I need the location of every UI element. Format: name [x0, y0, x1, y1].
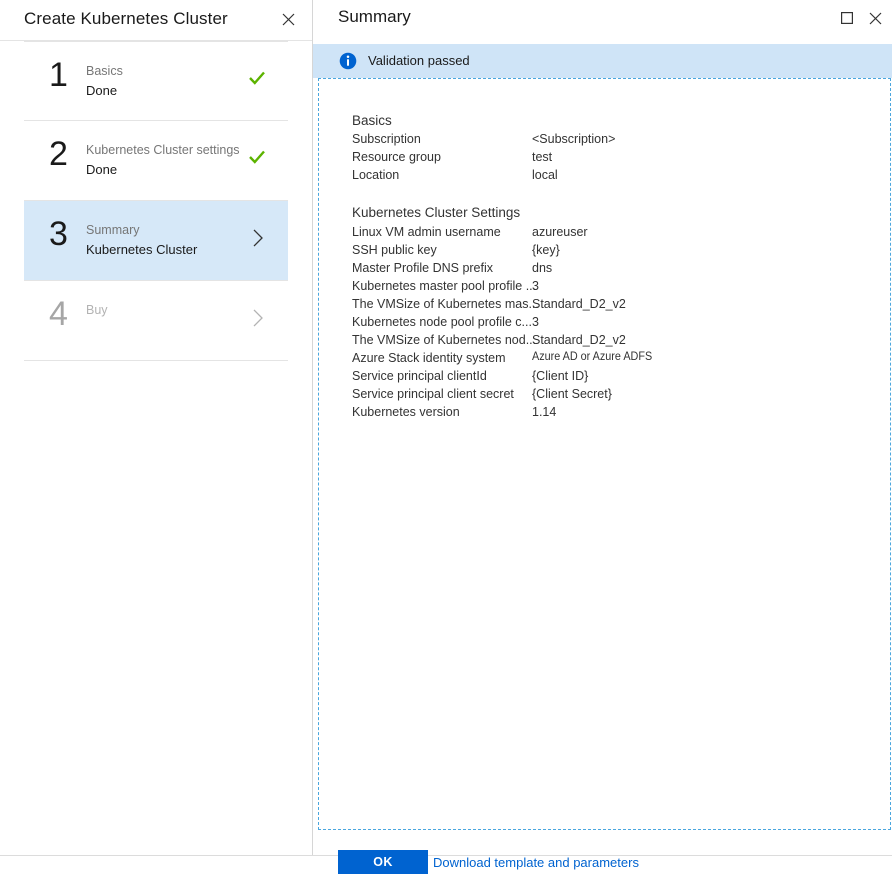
row-key: Service principal client secret — [352, 387, 514, 401]
row-value: 3 — [532, 315, 539, 329]
ok-button[interactable]: OK — [338, 850, 428, 874]
summary-content: Basics Subscription <Subscription> Resou… — [318, 78, 891, 830]
row-value: local — [532, 168, 558, 182]
summary-row: Kubernetes node pool profile c... 3 — [319, 315, 890, 333]
row-key: Linux VM admin username — [352, 225, 501, 239]
wizard-step-basics[interactable]: 1 Basics Done — [24, 41, 288, 121]
wizard-step-buy[interactable]: 4 Buy — [24, 281, 288, 361]
summary-row: Service principal client secret {Client … — [319, 387, 890, 405]
row-key: Subscription — [352, 132, 421, 146]
wizard-title: Create Kubernetes Cluster — [24, 9, 228, 29]
step-number: 2 — [49, 135, 68, 173]
section-title: Basics — [352, 113, 392, 128]
summary-row: Resource group test — [319, 150, 890, 168]
row-key: SSH public key — [352, 243, 437, 257]
summary-row: The VMSize of Kubernetes nod... Standard… — [319, 333, 890, 351]
step-label: Basics — [86, 64, 123, 78]
close-icon — [869, 12, 882, 25]
summary-row: SSH public key {key} — [319, 243, 890, 261]
maximize-icon — [841, 12, 853, 24]
step-status: Done — [86, 162, 117, 177]
step-number: 4 — [49, 295, 68, 333]
wizard-panel: Create Kubernetes Cluster 1 Basics Done — [0, 0, 313, 883]
row-value: <Subscription> — [532, 132, 615, 146]
info-icon — [339, 52, 357, 70]
summary-row: Service principal clientId {Client ID} — [319, 369, 890, 387]
wizard-header: Create Kubernetes Cluster — [0, 0, 312, 41]
row-key: The VMSize of Kubernetes mas... — [352, 297, 539, 311]
summary-row: Linux VM admin username azureuser — [319, 225, 890, 243]
step-label: Summary — [86, 223, 139, 237]
row-value: {Client ID} — [532, 369, 588, 383]
row-value: {Client Secret} — [532, 387, 612, 401]
close-icon — [282, 13, 295, 26]
summary-row: Master Profile DNS prefix dns — [319, 261, 890, 279]
step-number: 1 — [49, 56, 68, 94]
row-value: Standard_D2_v2 — [532, 333, 626, 347]
summary-row: The VMSize of Kubernetes mas... Standard… — [319, 297, 890, 315]
chevron-right-icon — [250, 307, 266, 329]
summary-panel: Summary V — [313, 0, 892, 883]
summary-title: Summary — [338, 7, 411, 27]
summary-close-button[interactable] — [862, 5, 888, 31]
row-key: Kubernetes node pool profile c... — [352, 315, 532, 329]
row-value: Azure AD or Azure ADFS — [532, 351, 652, 363]
section-title: Kubernetes Cluster Settings — [352, 205, 520, 220]
row-key: Kubernetes master pool profile ... — [352, 279, 536, 293]
footer-bar: OK Download template and parameters — [0, 855, 892, 883]
validation-banner: Validation passed — [313, 44, 892, 78]
window-controls — [834, 5, 888, 31]
create-kubernetes-cluster-window: Create Kubernetes Cluster 1 Basics Done — [0, 0, 892, 883]
wizard-close-button[interactable] — [274, 6, 302, 34]
row-value: 1.14 — [532, 405, 556, 419]
row-value: 3 — [532, 279, 539, 293]
row-key: Location — [352, 168, 399, 182]
row-value: test — [532, 150, 552, 164]
wizard-step-summary[interactable]: 3 Summary Kubernetes Cluster — [24, 201, 288, 281]
summary-row: Kubernetes version 1.14 — [319, 405, 890, 423]
wizard-steps: 1 Basics Done 2 Kubernetes Cluster setti… — [0, 41, 312, 361]
row-key: Service principal clientId — [352, 369, 487, 383]
maximize-button[interactable] — [834, 5, 860, 31]
step-label: Buy — [86, 303, 108, 317]
chevron-right-icon — [250, 227, 266, 249]
summary-row: Location local — [319, 168, 890, 186]
row-key: Kubernetes version — [352, 405, 460, 419]
row-key: Azure Stack identity system — [352, 351, 506, 365]
download-template-link[interactable]: Download template and parameters — [433, 855, 639, 870]
wizard-step-cluster-settings[interactable]: 2 Kubernetes Cluster settings Done — [24, 121, 288, 201]
row-value: dns — [532, 261, 552, 275]
row-value: Standard_D2_v2 — [532, 297, 626, 311]
step-status: Kubernetes Cluster — [86, 242, 197, 257]
summary-row: Kubernetes master pool profile ... 3 — [319, 279, 890, 297]
row-key: Master Profile DNS prefix — [352, 261, 493, 275]
check-icon — [248, 69, 266, 87]
row-value: azureuser — [532, 225, 588, 239]
row-key: The VMSize of Kubernetes nod... — [352, 333, 536, 347]
row-value: {key} — [532, 243, 560, 257]
summary-header: Summary — [313, 0, 892, 41]
check-icon — [248, 148, 266, 166]
summary-row: Azure Stack identity system Azure AD or … — [319, 351, 890, 369]
validation-banner-text: Validation passed — [368, 53, 470, 68]
step-label: Kubernetes Cluster settings — [86, 143, 240, 157]
summary-row: Subscription <Subscription> — [319, 132, 890, 150]
row-key: Resource group — [352, 150, 441, 164]
step-status: Done — [86, 83, 117, 98]
step-number: 3 — [49, 215, 68, 253]
